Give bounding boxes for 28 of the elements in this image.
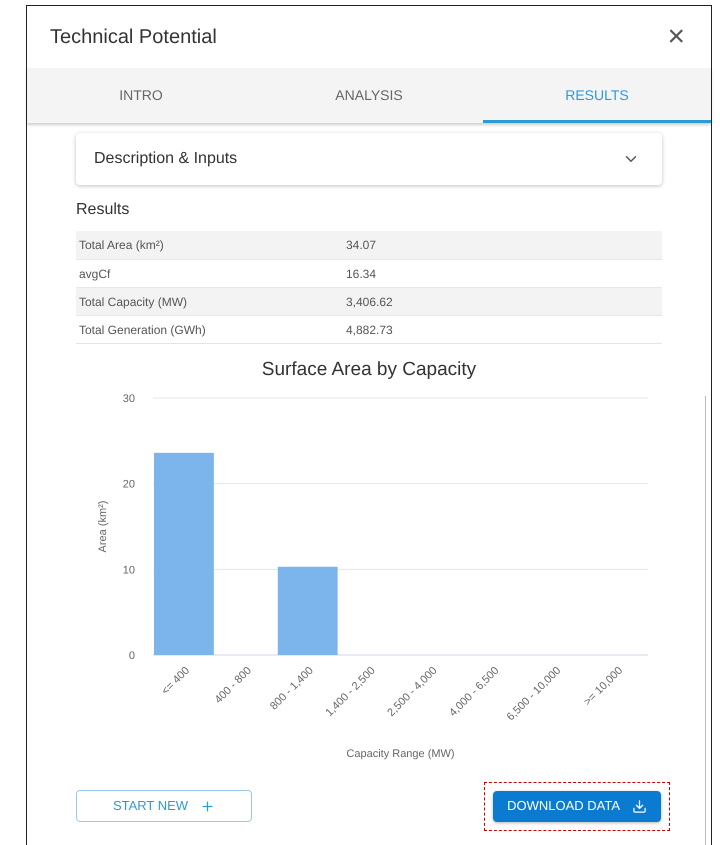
download-icon xyxy=(632,798,647,814)
x-tick-label: 400 - 800 xyxy=(212,664,254,706)
table-cell-text: Total Capacity (MW) xyxy=(78,294,188,310)
plus-icon xyxy=(200,798,216,814)
y-tick-label: 20 xyxy=(122,478,135,490)
tab[interactable]: INTRO xyxy=(27,68,255,123)
results-heading: Results xyxy=(76,200,130,220)
y-tick-label: 30 xyxy=(122,392,135,404)
table-cell-text: 16.34 xyxy=(346,266,376,282)
x-axis-label: Capacity Range (MW) xyxy=(346,748,455,760)
table-cell-text: avgCf xyxy=(78,266,112,282)
download-button[interactable]: DOWNLOAD DATA xyxy=(493,790,661,822)
table-cell-text: Total Generation (GWh) xyxy=(78,322,207,338)
x-tick-label: <= 400 xyxy=(159,664,192,697)
chart-title: Surface Area by Capacity xyxy=(262,358,476,382)
dialog-title: Technical Potential xyxy=(50,25,217,50)
table-cell-text: 4,882.73 xyxy=(346,322,393,338)
accordion-header[interactable]: Description & Inputs xyxy=(76,133,662,185)
table-cell-text: Total Area (km²) xyxy=(78,237,165,254)
table-cell-text: 3,406.62 xyxy=(346,294,393,310)
table-cell-text: 34.07 xyxy=(346,237,376,254)
y-tick-label: 0 xyxy=(128,650,135,662)
tab[interactable]: ANALYSIS xyxy=(255,68,483,123)
y-tick-label: 10 xyxy=(122,564,135,576)
start-new-button[interactable]: START NEW xyxy=(76,790,252,822)
close-button[interactable]: × xyxy=(667,22,685,52)
tab[interactable]: RESULTS xyxy=(483,68,711,123)
y-axis-label: Area (km²) xyxy=(97,500,109,552)
